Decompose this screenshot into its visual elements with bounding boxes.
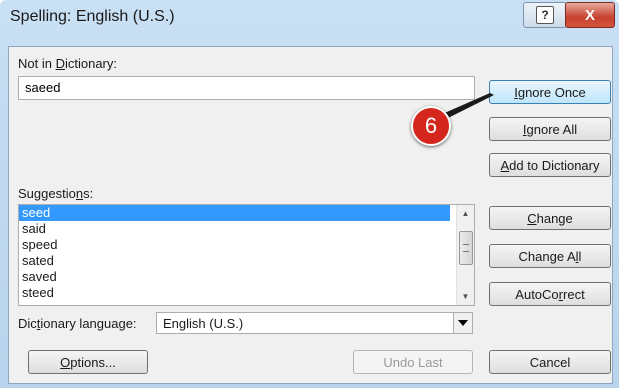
dictionary-language-value: English (U.S.) bbox=[163, 316, 244, 331]
suggestion-item[interactable]: saved bbox=[19, 269, 450, 285]
window-title: Spelling: English (U.S.) bbox=[10, 8, 175, 25]
cancel-button[interactable]: Cancel bbox=[489, 350, 611, 374]
suggestion-item[interactable]: steed bbox=[19, 285, 450, 301]
triangle-down-icon bbox=[458, 320, 468, 326]
autocorrect-button[interactable]: AutoCo r rect bbox=[489, 282, 611, 306]
suggestions-list[interactable]: seed said speed sated saved steed ▲ ▼ bbox=[18, 204, 475, 306]
help-button[interactable]: ? bbox=[523, 2, 567, 28]
suggestion-item[interactable]: sated bbox=[19, 253, 450, 269]
not-in-dictionary-box[interactable] bbox=[18, 76, 475, 100]
ignore-once-button[interactable]: Ignore Once bbox=[489, 80, 611, 104]
dictionary-language-select[interactable]: English (U.S.) bbox=[156, 312, 473, 334]
close-x-icon: X bbox=[584, 6, 595, 24]
triangle-up-icon[interactable]: ▲ bbox=[457, 205, 474, 222]
change-all-button[interactable]: Change All bbox=[489, 244, 611, 268]
suggestions-items: seed said speed sated saved steed bbox=[19, 205, 474, 301]
question-mark-icon: ? bbox=[536, 6, 554, 24]
triangle-down-icon[interactable]: ▼ bbox=[457, 288, 474, 305]
dropdown-button[interactable] bbox=[453, 313, 472, 333]
not-in-dictionary-input[interactable] bbox=[19, 77, 465, 97]
add-to-dictionary-button[interactable]: Add to Dictionary bbox=[489, 153, 611, 177]
change-button[interactable]: Change bbox=[489, 206, 611, 230]
suggestions-label: Suggestions: bbox=[18, 186, 94, 201]
close-button[interactable]: X bbox=[565, 2, 615, 28]
dictionary-language-label: Dictionary language: bbox=[18, 316, 137, 331]
suggestion-item[interactable]: said bbox=[19, 221, 450, 237]
step-number-badge: 6 bbox=[411, 106, 451, 146]
title-bar: Spelling: English (U.S.) ? X bbox=[0, 0, 619, 36]
undo-last-button: Undo Last bbox=[353, 350, 473, 374]
suggestion-item[interactable]: seed bbox=[19, 205, 450, 221]
options-button[interactable]: Options... bbox=[28, 350, 148, 374]
suggestions-scrollbar[interactable]: ▲ ▼ bbox=[456, 205, 474, 305]
suggestion-item[interactable]: speed bbox=[19, 237, 450, 253]
spelling-dialog: Spelling: English (U.S.) ? X Not in Dict… bbox=[0, 0, 619, 388]
scroll-thumb[interactable] bbox=[459, 231, 473, 265]
not-in-dictionary-label: Not in Dictionary: bbox=[18, 56, 117, 71]
ignore-all-button[interactable]: Ignore All bbox=[489, 117, 611, 141]
